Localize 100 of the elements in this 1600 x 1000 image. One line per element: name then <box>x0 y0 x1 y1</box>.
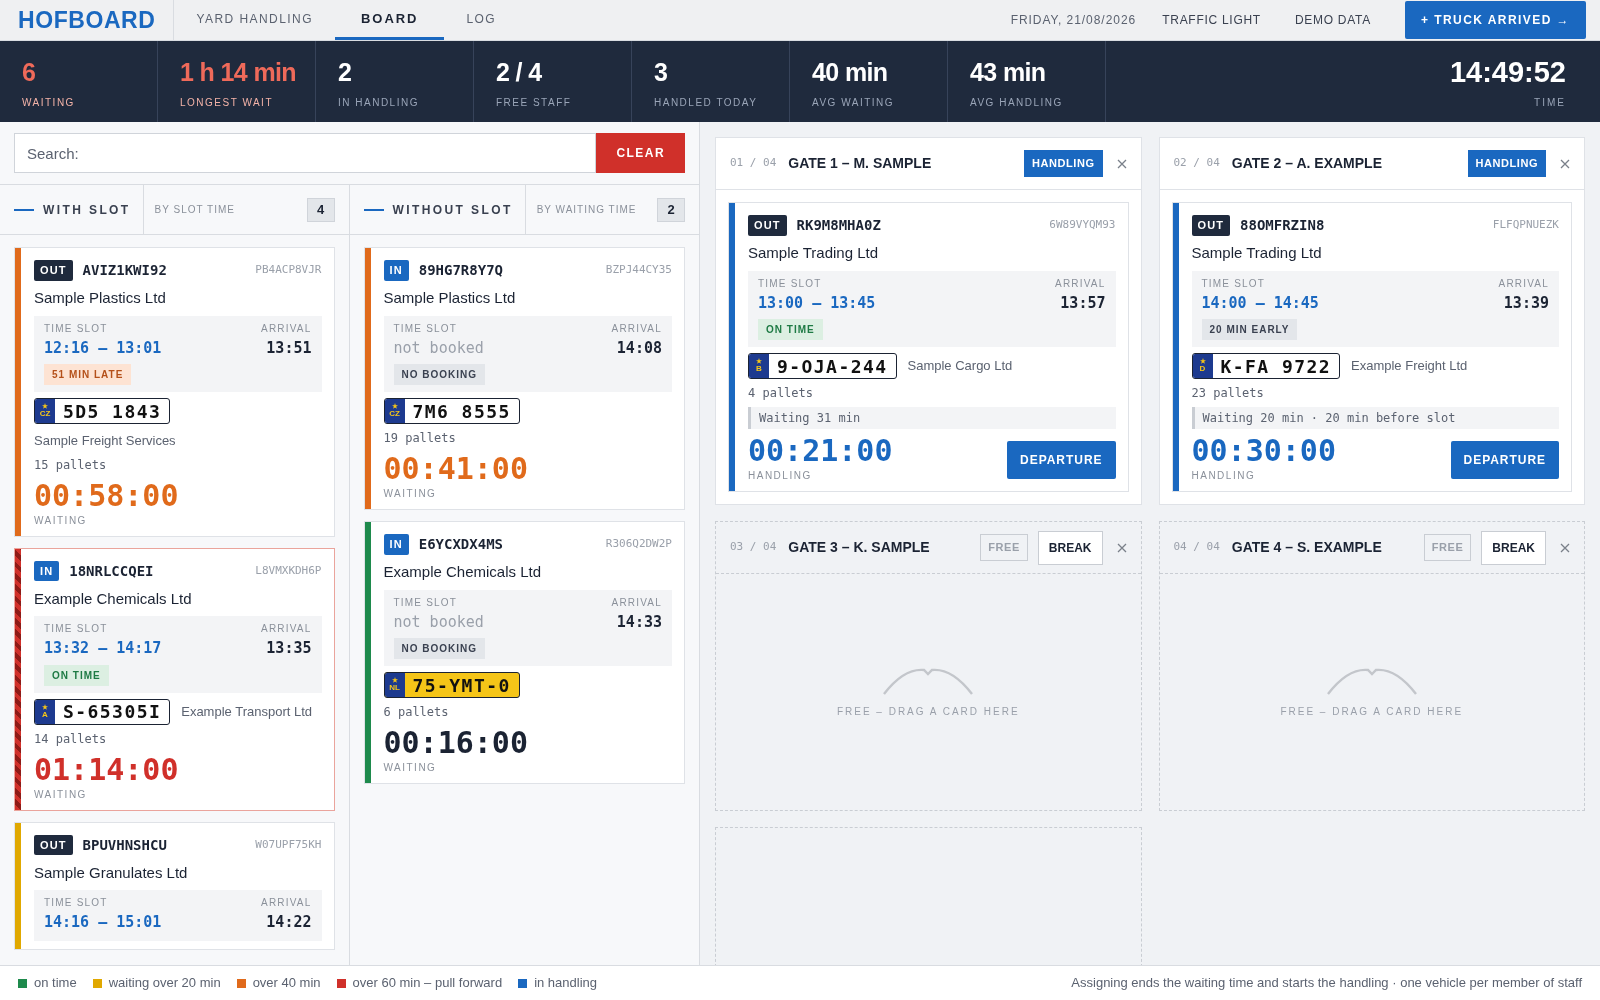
arrival-label: ARRIVAL <box>261 321 312 336</box>
gate-status-tag: FREE <box>1423 534 1472 561</box>
slot-badge: ON TIME <box>44 664 109 686</box>
plate-number: 9-OJA-244 <box>776 354 889 378</box>
footer-note: Assigning ends the waiting time and starts the handling · one vehicle per member of staff <box>1071 974 1582 993</box>
stat-label: HANDLED TODAY <box>654 96 758 110</box>
plate-country: B <box>756 364 762 374</box>
company-name: Example Chemicals Ltd <box>383 562 543 582</box>
arrival-label: ARRIVAL <box>1055 276 1106 291</box>
arrival-label: ARRIVAL <box>611 321 662 336</box>
drop-hint: FREE – DRAG A CARD HERE <box>1280 704 1464 719</box>
truck-code: 88OMFRZIN8 <box>1240 216 1325 235</box>
timer-label: WAITING <box>383 761 438 775</box>
gate-title: GATE 2 – A. EXAMPLE <box>1231 154 1382 173</box>
plate-country: A <box>42 709 48 720</box>
nav-link[interactable]: TRAFFIC LIGHT <box>1162 11 1261 29</box>
truck-arrived-button[interactable]: + TRUCK ARRIVED → <box>1404 1 1586 39</box>
arrival-time: 13:57 <box>1060 292 1106 314</box>
nav-link[interactable]: DEMO DATA <box>1294 11 1371 29</box>
timer: 00:16:00 <box>383 727 528 759</box>
truck-card[interactable]: IN 18NRLCCQEI L8VMXKDH6P Example Chemicals Ltd TIME SLOT 13:32 – 14:17 ARRIVAL 13:35 ON TIME A S-65305I Example Transport Ltd 14 pallets 01:14:00 WAITING <box>14 547 335 811</box>
timer-label: HANDLING <box>1191 469 1257 483</box>
plate-country: CZ <box>389 409 400 419</box>
close-icon[interactable] <box>1560 542 1570 553</box>
gate-status-tag: HANDLING <box>1467 150 1546 177</box>
arrival-label: ARRIVAL <box>1498 276 1549 291</box>
truck-card[interactable] <box>1171 202 1572 492</box>
company-name: Example Chemicals Ltd <box>34 588 193 609</box>
date-text: FRIDAY, 21/08/2026 <box>1010 12 1137 29</box>
timer: 00:41:00 <box>383 453 528 485</box>
sort-label: BY WAITING TIME <box>536 203 637 217</box>
gate-title: GATE 1 – M. SAMPLE <box>788 154 932 173</box>
stat-value: 1 h 14 min <box>180 57 296 88</box>
slot-label: TIME SLOT <box>44 896 109 910</box>
waiting-note: Waiting 31 min <box>748 407 1116 429</box>
truck-card[interactable]: IN 89HG7R8Y7Q BZPJ44CY35 Sample Plastics Ltd TIME SLOT not booked ARRIVAL 14:08 NO BOOKING CZ 7M6 8555 19 pallets 00:41:00 WAITING <box>363 247 685 510</box>
truck-code: RK9M8MHA0Z <box>796 216 881 235</box>
pallet-count: 6 pallets <box>383 704 450 721</box>
truck-code: 18NRLCCQEI <box>69 561 154 581</box>
sort-label: BY SLOT TIME <box>154 203 235 217</box>
clear-button[interactable]: CLEAR <box>596 133 685 173</box>
close-icon[interactable] <box>1116 158 1127 169</box>
nav-tab[interactable]: YARD HANDLING <box>174 0 335 40</box>
gate-number: 04 / 04 <box>1173 539 1220 556</box>
slot-time: 12:16 – 13:01 <box>44 337 162 359</box>
reference-code: BZPJ44CY35 <box>605 262 672 279</box>
slot-time: 13:00 – 13:45 <box>758 292 876 314</box>
star-icon <box>391 403 398 409</box>
nav-tab[interactable]: LOG <box>444 0 519 40</box>
slot-label: TIME SLOT <box>44 321 109 336</box>
carrier-name: Example Transport Ltd <box>181 702 312 721</box>
stat-value: 43 min <box>970 57 1046 88</box>
timer-label: HANDLING <box>748 469 813 483</box>
company-name: Sample Trading Ltd <box>1191 243 1323 263</box>
slot-badge: ON TIME <box>758 319 823 340</box>
direction-tag: IN <box>383 260 409 281</box>
dash-icon <box>14 208 34 211</box>
plate-number: 75-YMT-0 <box>411 673 512 697</box>
break-button[interactable]: BREAK <box>1481 530 1546 565</box>
truck-card[interactable]: OUT AVIZ1KWI92 PB4ACP8VJR Sample Plastics Ltd TIME SLOT 12:16 – 13:01 ARRIVAL 13:51 51 MIN LATE CZ 5D5 1843 Sample Freight Services 15 pallets 00:58:00 WAITING <box>14 247 335 537</box>
truck-card[interactable]: OUT BPUVHNSHCU W07UPF75KH Sample Granulates Ltd TIME SLOT 14:16 – 15:01 ARRIVAL 14:22 <box>14 821 335 950</box>
departure-button[interactable]: DEPARTURE <box>1450 441 1559 479</box>
slot-badge: 51 MIN LATE <box>44 364 132 385</box>
count-badge: 4 <box>306 197 335 222</box>
close-icon[interactable] <box>1116 542 1127 553</box>
timer: 00:21:00 <box>748 435 893 467</box>
break-button[interactable]: BREAK <box>1037 530 1103 565</box>
star-icon <box>756 358 762 364</box>
column-title: WITH SLOT <box>43 201 131 219</box>
direction-tag: OUT <box>1191 215 1231 236</box>
plate-number: S-65305I <box>62 700 163 724</box>
gate-title: GATE 3 – K. SAMPLE <box>788 538 930 557</box>
count-badge: 2 <box>657 197 685 222</box>
gate-status-tag: HANDLING <box>1024 150 1103 177</box>
reference-code: PB4ACP8VJR <box>255 262 322 279</box>
plate-country: CZ <box>39 409 51 419</box>
search-field[interactable]: Search: <box>14 133 597 173</box>
truck-card[interactable]: OUT RK9M8MHA0Z 6W89VYQM93 Sample Trading Ltd TIME SLOT 13:00 – 13:45 ARRIVAL 13:57 ON TIME B 9-OJA-244 Sample Cargo Ltd 4 pallets Waiting 31 min 00:21:00 HANDLING DEPARTURE <box>728 202 1129 492</box>
timer: 01:14:00 <box>34 753 179 786</box>
stat-value: 40 min <box>812 57 888 88</box>
waiting-note: Waiting 20 min · 20 min before slot <box>1191 407 1559 429</box>
drop-hint: FREE – DRAG A CARD HERE <box>836 704 1020 719</box>
reference-code: R306Q2DW2P <box>605 536 672 553</box>
company-name: Sample Plastics Ltd <box>34 288 167 308</box>
stat-label: AVG HANDLING <box>970 96 1063 110</box>
close-icon[interactable] <box>1560 158 1570 169</box>
arrival-time: 14:22 <box>266 912 312 933</box>
plate-number: K-FA 9722 <box>1219 354 1332 378</box>
stat-label: LONGEST WAIT <box>180 96 273 110</box>
departure-button[interactable]: DEPARTURE <box>1007 441 1116 479</box>
star-icon <box>1199 358 1206 364</box>
slot-time: not booked <box>393 337 484 359</box>
timer-label: WAITING <box>34 513 88 528</box>
slot-label: TIME SLOT <box>393 321 459 336</box>
legend-label: on time <box>34 974 77 993</box>
slot-label: TIME SLOT <box>393 595 459 610</box>
truck-card[interactable]: IN E6YCXDX4MS R306Q2DW2P Example Chemicals Ltd TIME SLOT not booked ARRIVAL 14:33 NO BOOKING NL 75-YMT-0 6 pallets 00:16:00 WAITING <box>363 521 685 784</box>
gate-title: GATE 4 – S. EXAMPLE <box>1231 538 1382 557</box>
star-icon <box>42 403 48 409</box>
slot-badge: NO BOOKING <box>393 638 486 659</box>
